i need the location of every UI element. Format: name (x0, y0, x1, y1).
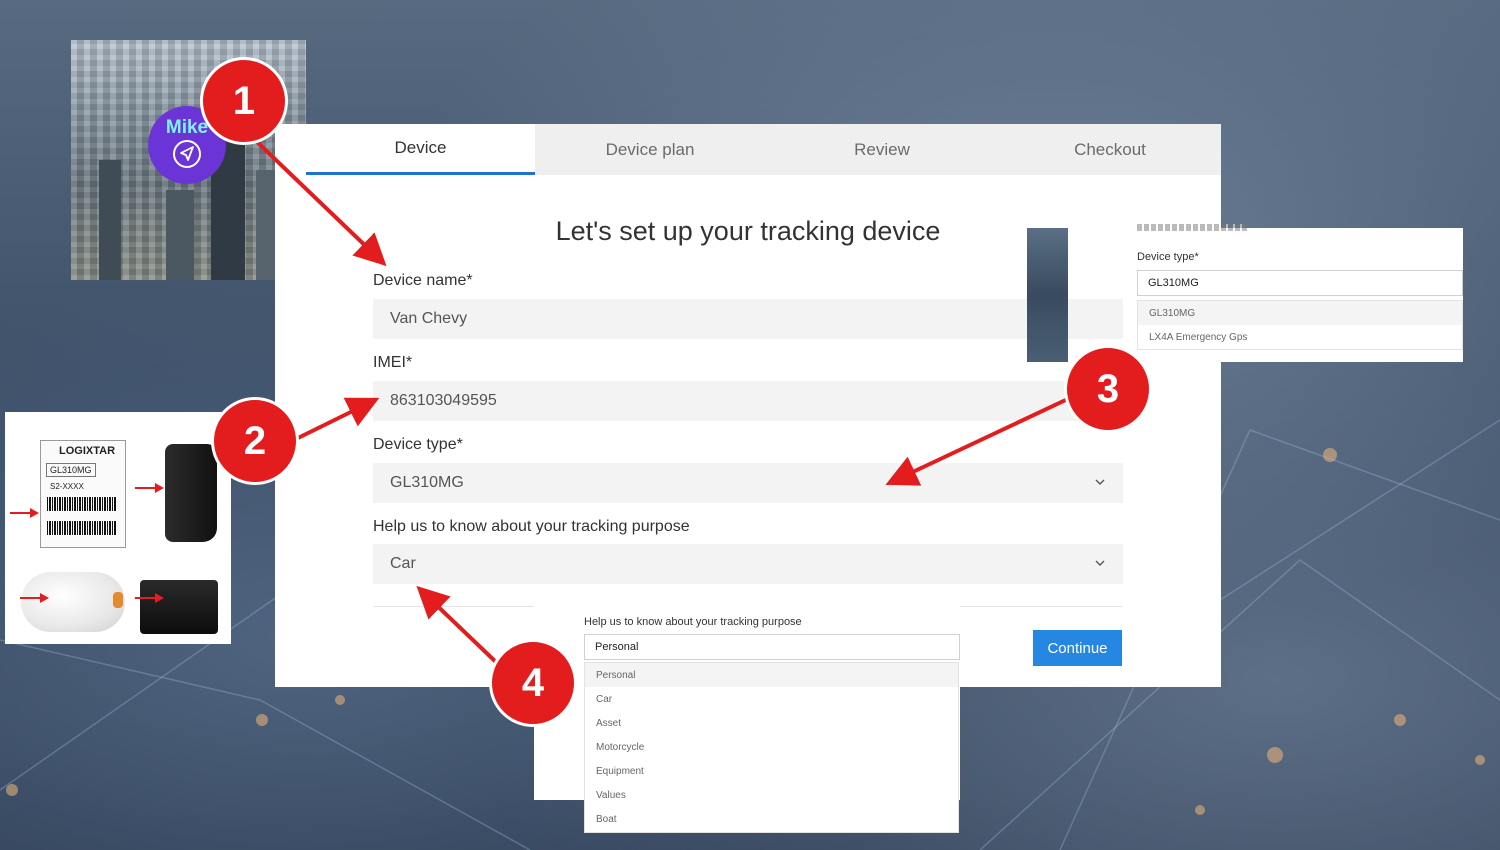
step-badge-3: 3 (1064, 345, 1152, 433)
obd-tracker-image (140, 580, 218, 634)
pointer-arrow-icon (20, 593, 49, 603)
brand-logo-text: LOGIXTAR (59, 445, 116, 457)
device-type-select[interactable]: GL310MG (373, 463, 1123, 503)
step-badge-1: 1 (200, 57, 288, 145)
device-type-options: GL310MG LX4A Emergency Gps (1137, 300, 1463, 350)
step-badge-2: 2 (211, 397, 299, 485)
device-label-sticker: LOGIXTAR GL310MG S2-XXXX (40, 440, 126, 548)
tab-device-plan[interactable]: Device plan (535, 124, 765, 175)
snippet-purpose-label: Help us to know about your tracking purp… (584, 616, 802, 628)
tab-device[interactable]: Device (306, 124, 535, 175)
option-asset[interactable]: Asset (585, 711, 958, 735)
page-title: Let's set up your tracking device (555, 216, 941, 246)
snippet-device-type-input[interactable]: GL310MG (1137, 270, 1463, 296)
model-text: GL310MG (46, 463, 96, 477)
option-gl310mg[interactable]: GL310MG (1138, 301, 1462, 325)
imei-label: IMEI* (373, 354, 413, 371)
navigation-pin-icon (173, 140, 201, 168)
tab-review[interactable]: Review (765, 124, 999, 175)
step-tabs: Device Device plan Review Checkout (306, 124, 1221, 175)
barcode-imei (47, 497, 117, 511)
option-motorcycle[interactable]: Motorcycle (585, 735, 958, 759)
snippet-device-type-value: GL310MG (1148, 277, 1199, 289)
purpose-select[interactable]: Car (373, 544, 1123, 584)
serial-text: S2-XXXX (50, 482, 84, 491)
option-lx4a-emergency-gps[interactable]: LX4A Emergency Gps (1138, 325, 1462, 349)
purpose-label: Help us to know about your tracking purp… (373, 518, 690, 535)
device-type-label: Device type* (373, 436, 463, 453)
black-tracker-image (165, 444, 217, 542)
imei-input[interactable]: 863103049595 (373, 381, 1123, 421)
device-name-input[interactable]: Van Chevy (373, 299, 1123, 339)
continue-button[interactable]: Continue (1033, 630, 1122, 666)
barcode-sn (47, 521, 117, 535)
snippet-purpose-value: Personal (595, 641, 639, 653)
imei-value: 863103049595 (390, 392, 497, 409)
pointer-arrow-icon (135, 483, 164, 493)
option-personal[interactable]: Personal (585, 663, 958, 687)
option-equipment[interactable]: Equipment (585, 759, 958, 783)
device-type-value: GL310MG (390, 474, 464, 491)
option-values[interactable]: Values (585, 783, 958, 807)
device-name-label: Device name* (373, 272, 473, 289)
snippet-purpose-input[interactable]: Personal (584, 634, 960, 660)
purpose-options: Personal Car Asset Motorcycle Equipment … (584, 662, 959, 833)
pointer-arrow-icon (135, 593, 164, 603)
tab-checkout[interactable]: Checkout (999, 124, 1221, 175)
purpose-value: Car (390, 555, 416, 572)
device-photos: LOGIXTAR GL310MG S2-XXXX (5, 412, 231, 644)
snippet-device-type-label: Device type* (1137, 251, 1199, 263)
chevron-down-icon (1095, 479, 1105, 485)
option-car[interactable]: Car (585, 687, 958, 711)
device-type-dropdown-snippet: Device type* GL310MG GL310MG LX4A Emerge… (1128, 224, 1463, 362)
option-boat[interactable]: Boat (585, 807, 958, 831)
pointer-arrow-icon (10, 508, 39, 518)
chevron-down-icon (1095, 560, 1105, 566)
device-name-value: Van Chevy (390, 310, 468, 327)
step-badge-4: 4 (489, 639, 577, 727)
logo-name: Mike (165, 117, 209, 138)
background-photo-strip (1027, 228, 1068, 362)
